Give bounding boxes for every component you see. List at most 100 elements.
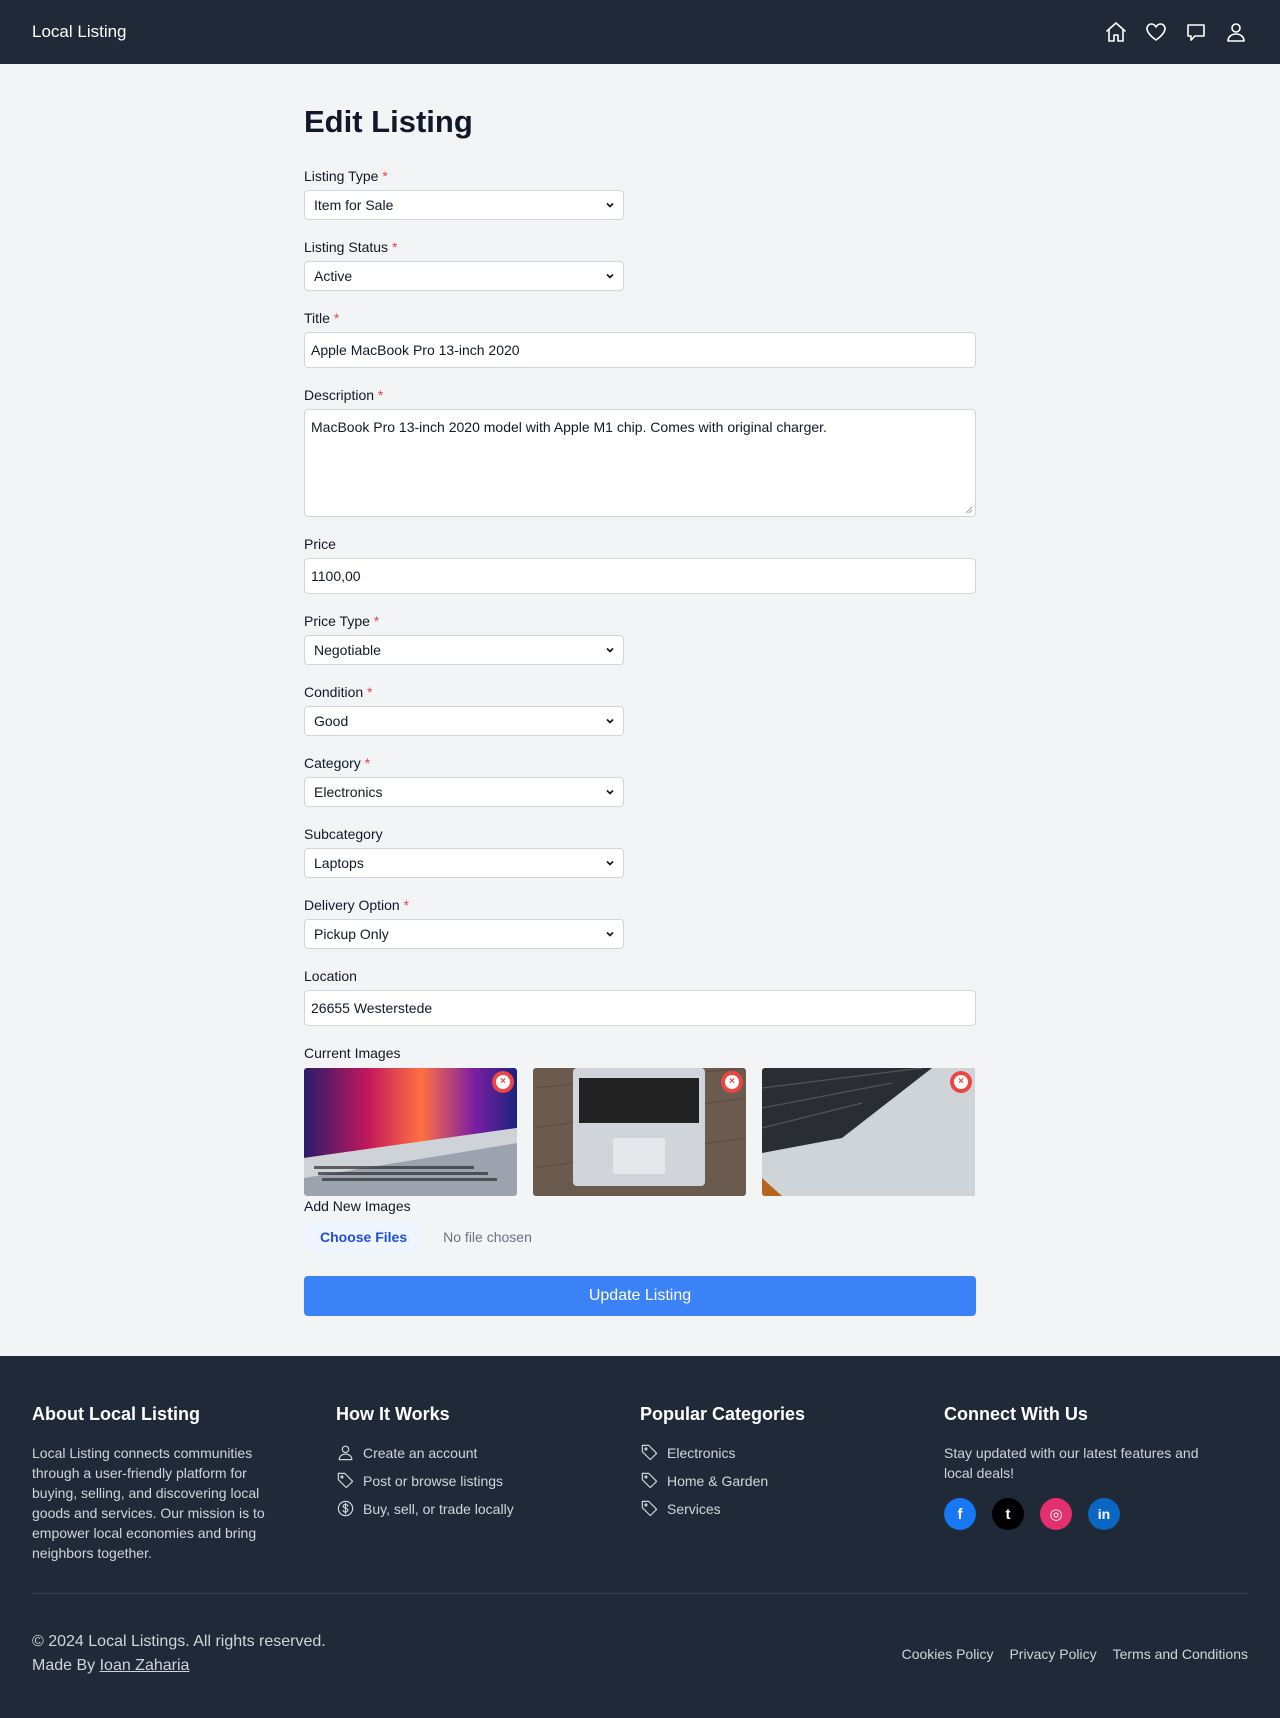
- category-link[interactable]: Home & Garden: [640, 1471, 944, 1490]
- category-field: Category * Electronics: [304, 755, 976, 807]
- category-link[interactable]: Electronics: [640, 1443, 944, 1462]
- description-field: Description * MacBook Pro 13-inch 2020 m…: [304, 387, 976, 517]
- price-input[interactable]: 1100,00: [304, 558, 976, 594]
- subcategory-value: Laptops: [314, 855, 364, 871]
- required-marker: *: [377, 387, 384, 403]
- page-title: Edit Listing: [304, 104, 473, 139]
- update-listing-button[interactable]: Update Listing: [304, 1276, 976, 1316]
- footer: About Local Listing Local Listing connec…: [0, 1356, 1280, 1718]
- instagram-icon[interactable]: ◎: [1040, 1498, 1072, 1530]
- laptop-photo: [304, 1068, 517, 1196]
- footer-divider: [32, 1593, 1248, 1594]
- file-status: No file chosen: [443, 1229, 532, 1245]
- chat-icon[interactable]: [1184, 20, 1208, 44]
- required-marker: *: [333, 310, 340, 326]
- listing-status-field: Listing Status * Active: [304, 239, 976, 291]
- home-icon[interactable]: [1104, 20, 1128, 44]
- delivery-option-select[interactable]: Pickup Only: [304, 919, 624, 949]
- delivery-option-field: Delivery Option * Pickup Only: [304, 897, 976, 949]
- category-value: Electronics: [314, 784, 383, 800]
- nav-icons: [1104, 20, 1248, 44]
- heart-icon[interactable]: [1144, 20, 1168, 44]
- delivery-option-label: Delivery Option *: [304, 897, 410, 913]
- title-input[interactable]: Apple MacBook Pro 13-inch 2020: [304, 332, 976, 368]
- close-icon: ×: [954, 1075, 968, 1089]
- remove-image-button[interactable]: ×: [492, 1071, 514, 1093]
- price-label: Price: [304, 536, 336, 552]
- facebook-icon[interactable]: f: [944, 1498, 976, 1530]
- tag-icon: [641, 1444, 658, 1461]
- edit-listing-main: Edit Listing Listing Type * Item for Sal…: [304, 64, 976, 1356]
- listing-image: ×: [533, 1068, 746, 1196]
- category-label: Category *: [304, 755, 371, 771]
- connect-text: Stay updated with our latest features an…: [944, 1445, 1199, 1481]
- location-input[interactable]: 26655 Westerstede: [304, 990, 976, 1026]
- popular-categories-column: Popular Categories Electronics Home & Ga…: [640, 1404, 944, 1563]
- current-images: × × ×: [304, 1068, 976, 1196]
- price-type-value: Negotiable: [314, 642, 381, 658]
- add-images-label: Add New Images: [304, 1198, 411, 1214]
- close-icon: ×: [496, 1075, 510, 1089]
- location-field: Location 26655 Westerstede: [304, 968, 976, 1026]
- required-marker: *: [391, 239, 398, 255]
- description-value: MacBook Pro 13-inch 2020 model with Appl…: [311, 419, 827, 435]
- privacy-policy-link[interactable]: Privacy Policy: [1009, 1646, 1096, 1662]
- location-label: Location: [304, 968, 357, 984]
- chevron-down-icon: [606, 931, 614, 937]
- category-select[interactable]: Electronics: [304, 777, 624, 807]
- copyright-block: © 2024 Local Listings. All rights reserv…: [32, 1630, 326, 1678]
- tag-icon: [641, 1472, 658, 1489]
- required-marker: *: [403, 897, 410, 913]
- condition-label: Condition *: [304, 684, 373, 700]
- listing-image: ×: [762, 1068, 975, 1196]
- twitter-icon[interactable]: t: [992, 1498, 1024, 1530]
- top-navbar: Local Listing: [0, 0, 1280, 64]
- condition-select[interactable]: Good: [304, 706, 624, 736]
- listing-type-select[interactable]: Item for Sale: [304, 190, 624, 220]
- about-text: Local Listing connects communities throu…: [32, 1445, 265, 1561]
- dollar-icon: [337, 1500, 354, 1517]
- brand-logo[interactable]: Local Listing: [32, 22, 127, 42]
- how-item: Post or browse listings: [336, 1471, 640, 1490]
- remove-image-button[interactable]: ×: [950, 1071, 972, 1093]
- how-heading: How It Works: [336, 1404, 450, 1424]
- terms-link[interactable]: Terms and Conditions: [1113, 1646, 1248, 1662]
- price-type-label: Price Type *: [304, 613, 380, 629]
- subcategory-field: Subcategory Laptops: [304, 826, 976, 878]
- remove-image-button[interactable]: ×: [721, 1071, 743, 1093]
- linkedin-icon[interactable]: in: [1088, 1498, 1120, 1530]
- price-type-select[interactable]: Negotiable: [304, 635, 624, 665]
- listing-image: ×: [304, 1068, 517, 1196]
- category-link[interactable]: Services: [640, 1499, 944, 1518]
- tag-icon: [641, 1500, 658, 1517]
- copyright-text: © 2024 Local Listings. All rights reserv…: [32, 1633, 326, 1650]
- description-textarea[interactable]: MacBook Pro 13-inch 2020 model with Appl…: [304, 409, 976, 517]
- user-icon[interactable]: [1224, 20, 1248, 44]
- laptop-photo: [533, 1068, 746, 1196]
- required-marker: *: [382, 168, 388, 184]
- how-it-works-column: How It Works Create an account Post or b…: [336, 1404, 640, 1563]
- current-images-label: Current Images: [304, 1045, 401, 1061]
- about-heading: About Local Listing: [32, 1404, 200, 1424]
- chevron-down-icon: [606, 789, 614, 795]
- chevron-down-icon: [606, 273, 614, 279]
- title-field: Title * Apple MacBook Pro 13-inch 2020: [304, 310, 976, 368]
- chevron-down-icon: [606, 718, 614, 724]
- author-link[interactable]: Ioan Zaharia: [100, 1657, 190, 1674]
- choose-files-button[interactable]: Choose Files: [304, 1220, 424, 1254]
- listing-status-select[interactable]: Active: [304, 261, 624, 291]
- listing-type-field: Listing Type * Item for Sale: [304, 168, 976, 220]
- subcategory-label: Subcategory: [304, 826, 383, 842]
- delivery-option-value: Pickup Only: [314, 926, 389, 942]
- price-type-field: Price Type * Negotiable: [304, 613, 976, 665]
- listing-type-value: Item for Sale: [314, 197, 394, 213]
- about-column: About Local Listing Local Listing connec…: [32, 1404, 336, 1563]
- subcategory-select[interactable]: Laptops: [304, 848, 624, 878]
- chevron-down-icon: [606, 860, 614, 866]
- price-field: Price 1100,00: [304, 536, 976, 594]
- cookies-policy-link[interactable]: Cookies Policy: [902, 1646, 994, 1662]
- chevron-down-icon: [606, 202, 614, 208]
- resize-grip-icon[interactable]: [965, 506, 973, 514]
- how-item: Create an account: [336, 1443, 640, 1462]
- footer-bottom: © 2024 Local Listings. All rights reserv…: [32, 1630, 1248, 1678]
